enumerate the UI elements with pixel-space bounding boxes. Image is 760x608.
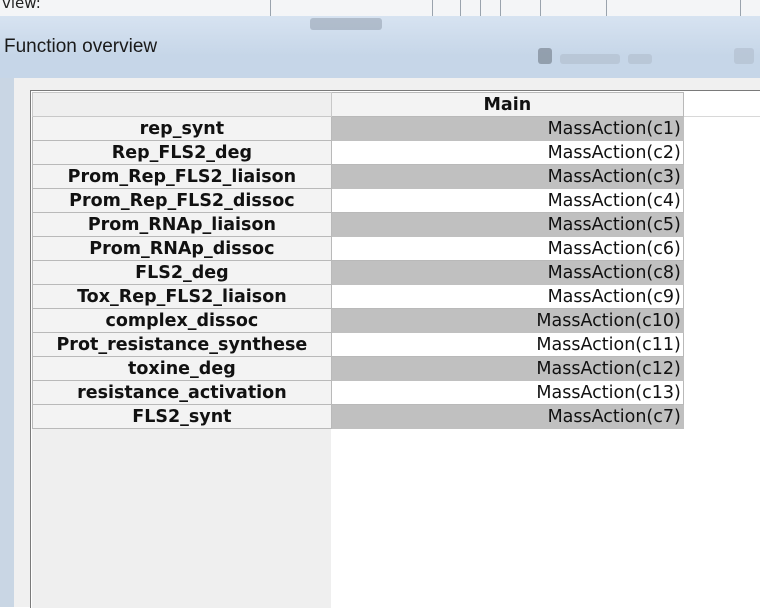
window-left-border	[0, 78, 14, 607]
background-divider	[606, 0, 607, 16]
function-cell[interactable]: MassAction(c8)	[331, 261, 683, 285]
background-divider	[270, 0, 271, 16]
table-row: FLS2_syntMassAction(c7)	[33, 405, 760, 429]
table-row: Prom_Rep_FLS2_dissocMassAction(c4)	[33, 189, 760, 213]
table-row: rep_syntMassAction(c1)	[33, 117, 760, 141]
row-header[interactable]: Prot_resistance_synthese	[33, 333, 332, 357]
function-cell[interactable]: MassAction(c5)	[331, 213, 683, 237]
table-row: Prom_Rep_FLS2_liaisonMassAction(c3)	[33, 165, 760, 189]
row-header[interactable]: FLS2_synt	[33, 405, 332, 429]
row-header[interactable]: toxine_deg	[33, 357, 332, 381]
blurred-background-detail	[560, 54, 620, 64]
function-cell[interactable]: MassAction(c11)	[331, 333, 683, 357]
dialog-client-area: Main rep_syntMassAction(c1)Rep_FLS2_degM…	[14, 78, 760, 607]
function-overview-dialog: Function overview Main rep_syntMassActio…	[0, 16, 760, 607]
table-row: resistance_activationMassAction(c13)	[33, 381, 760, 405]
table-row: Rep_FLS2_degMassAction(c2)	[33, 141, 760, 165]
blurred-background-detail	[734, 48, 754, 64]
background-divider	[540, 0, 541, 16]
background-divider	[432, 0, 433, 16]
row-header[interactable]: Prom_Rep_FLS2_liaison	[33, 165, 332, 189]
row-header[interactable]: resistance_activation	[33, 381, 332, 405]
grid-body: rep_syntMassAction(c1)Rep_FLS2_degMassAc…	[33, 117, 760, 429]
background-divider	[500, 0, 501, 16]
table-row: Tox_Rep_FLS2_liaisonMassAction(c9)	[33, 285, 760, 309]
background-divider	[740, 0, 741, 16]
function-cell[interactable]: MassAction(c9)	[331, 285, 683, 309]
function-cell[interactable]: MassAction(c4)	[331, 189, 683, 213]
row-header[interactable]: Prom_RNAp_dissoc	[33, 237, 332, 261]
row-header[interactable]: complex_dissoc	[33, 309, 332, 333]
table-row: FLS2_degMassAction(c8)	[33, 261, 760, 285]
function-cell[interactable]: MassAction(c7)	[331, 405, 683, 429]
function-grid-frame: Main rep_syntMassAction(c1)Rep_FLS2_degM…	[30, 90, 760, 608]
column-header-main[interactable]: Main	[331, 93, 683, 117]
table-row: Prom_RNAp_liaisonMassAction(c5)	[33, 213, 760, 237]
background-divider	[460, 0, 461, 16]
title-bar[interactable]: Function overview	[0, 16, 760, 80]
grid-corner-cell[interactable]	[33, 93, 332, 117]
function-cell[interactable]: MassAction(c2)	[331, 141, 683, 165]
empty-column-area	[683, 93, 760, 117]
table-row: Prot_resistance_syntheseMassAction(c11)	[33, 333, 760, 357]
background-window-label: view:	[2, 0, 41, 12]
row-header[interactable]: FLS2_deg	[33, 261, 332, 285]
row-header[interactable]: Prom_Rep_FLS2_dissoc	[33, 189, 332, 213]
row-header[interactable]: rep_synt	[33, 117, 332, 141]
function-cell[interactable]: MassAction(c10)	[331, 309, 683, 333]
background-divider	[480, 0, 481, 16]
table-row: complex_dissocMassAction(c10)	[33, 309, 760, 333]
blurred-background-detail	[310, 18, 382, 30]
dialog-title: Function overview	[4, 36, 157, 58]
function-cell[interactable]: MassAction(c6)	[331, 237, 683, 261]
blurred-background-detail	[628, 54, 652, 64]
table-row: Prom_RNAp_dissocMassAction(c6)	[33, 237, 760, 261]
function-grid: Main rep_syntMassAction(c1)Rep_FLS2_degM…	[32, 92, 760, 429]
function-cell[interactable]: MassAction(c1)	[331, 117, 683, 141]
row-header[interactable]: Rep_FLS2_deg	[33, 141, 332, 165]
background-window-strip: view:	[0, 0, 760, 16]
row-header[interactable]: Tox_Rep_FLS2_liaison	[33, 285, 332, 309]
blurred-background-detail	[538, 48, 552, 64]
table-row: toxine_degMassAction(c12)	[33, 357, 760, 381]
function-cell[interactable]: MassAction(c13)	[331, 381, 683, 405]
row-header[interactable]: Prom_RNAp_liaison	[33, 213, 332, 237]
function-cell[interactable]: MassAction(c3)	[331, 165, 683, 189]
function-cell[interactable]: MassAction(c12)	[331, 357, 683, 381]
